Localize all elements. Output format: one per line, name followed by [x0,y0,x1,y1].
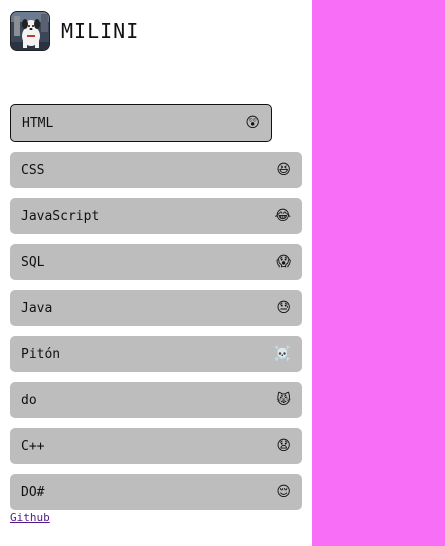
language-item[interactable]: JavaScript 😂 [10,198,302,234]
emoji-icon: 😱 [276,254,291,270]
language-item[interactable]: DO# 😌 [10,474,302,510]
brand-title: MILINI [61,19,140,43]
language-label: JavaScript [21,208,100,224]
language-label: Java [21,300,53,316]
language-label: HTML [22,115,54,131]
language-item[interactable]: Java 😓 [10,290,302,326]
language-list: HTML 😲 CSS 😆 JavaScript 😂 SQL 😱 Java 😓 Pitón ☠️ do 😾 C… [10,104,302,520]
language-label: DO# [21,484,45,500]
language-label: do [21,392,37,408]
header: MILINI [10,10,139,52]
avatar [10,11,50,51]
language-label: SQL [21,254,45,270]
language-item[interactable]: CSS 😆 [10,152,302,188]
emoji-icon: ☠️ [273,346,291,362]
language-label: CSS [21,162,45,178]
language-item[interactable]: do 😾 [10,382,302,418]
cartoon-dog-avatar-icon [11,12,49,50]
emoji-icon: 😾 [276,392,291,408]
emoji-icon: 😌 [276,484,291,500]
language-item[interactable]: SQL 😱 [10,244,302,280]
language-label: Pitón [21,346,61,362]
emoji-icon: 😓 [276,300,291,316]
language-item[interactable]: Pitón ☠️ [10,336,302,372]
github-link[interactable]: Github [10,511,50,524]
language-label: C++ [21,438,45,454]
sidebar: MILINI HTML 😲 CSS 😆 JavaScript 😂 SQL 😱 Java 😓 Pitó… [0,0,312,546]
language-item[interactable]: HTML 😲 [10,104,272,142]
content-pane [312,0,445,546]
emoji-icon: 😲 [245,115,260,131]
language-item[interactable]: C++ 😧 [10,428,302,464]
emoji-icon: 😂 [274,208,291,224]
emoji-icon: 😧 [276,438,291,454]
emoji-icon: 😆 [276,162,291,178]
